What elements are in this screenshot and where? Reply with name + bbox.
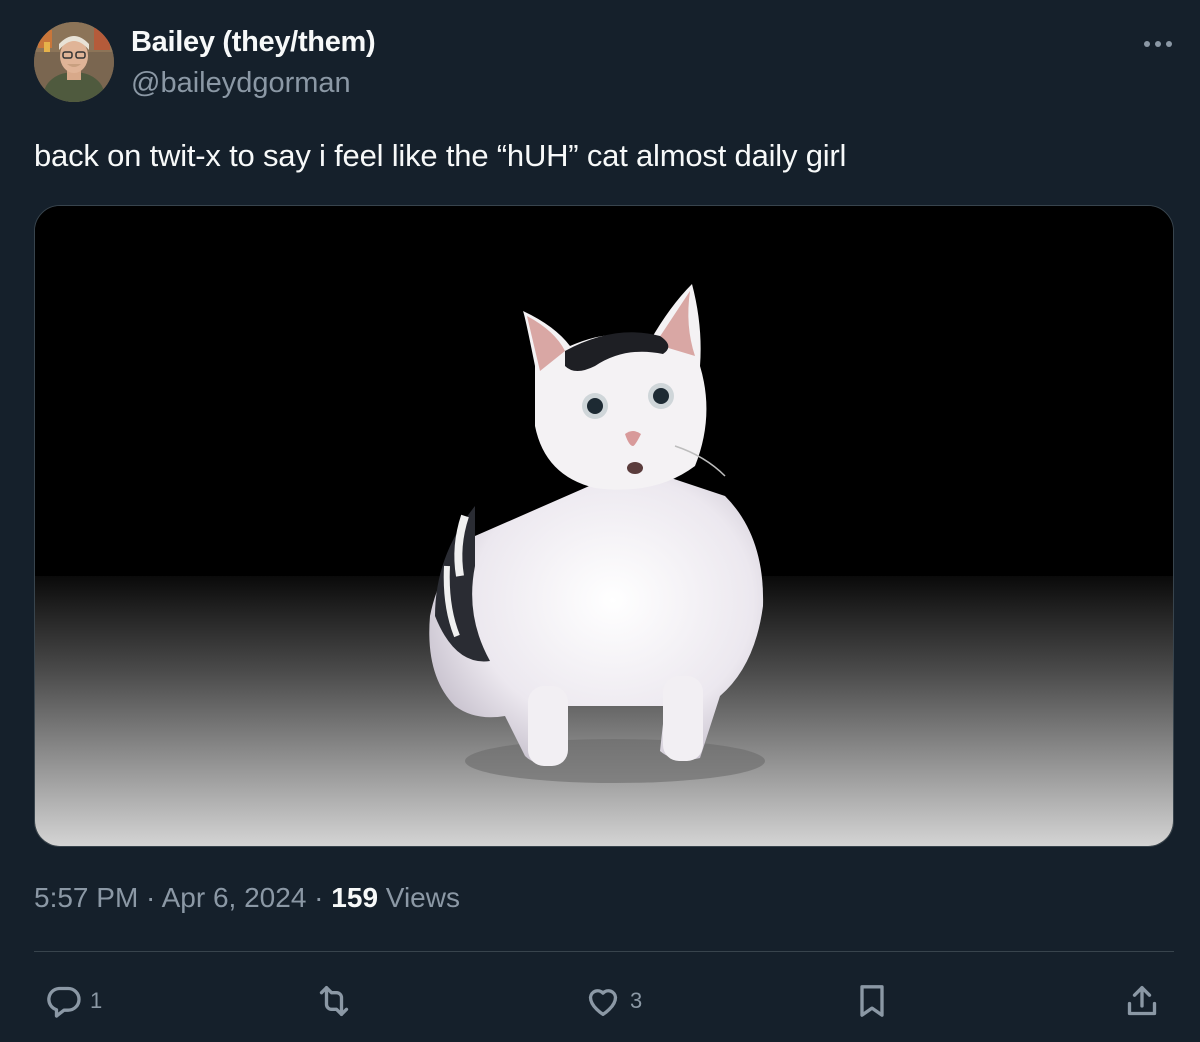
reply-button[interactable]: 1 — [44, 978, 102, 1024]
like-count: 3 — [630, 988, 643, 1013]
bookmark-icon — [860, 985, 884, 1017]
tweet-text: back on twit-x to say i feel like the “h… — [34, 138, 847, 173]
avatar-photo-icon — [34, 22, 114, 102]
cat-photo-icon — [35, 206, 1173, 846]
share-icon — [1127, 986, 1157, 1016]
tweet-time[interactable]: 5:57 PM — [34, 882, 138, 913]
divider — [34, 951, 1174, 952]
author-display-name[interactable]: Bailey (they/them) — [131, 26, 376, 59]
share-button[interactable] — [1122, 978, 1162, 1024]
more-icon — [1144, 41, 1172, 47]
repost-button[interactable] — [312, 978, 362, 1024]
reply-count: 1 — [90, 988, 103, 1013]
repost-icon — [319, 986, 349, 1016]
heart-icon — [588, 989, 618, 1016]
bookmark-button[interactable] — [852, 978, 892, 1024]
author-handle[interactable]: @baileydgorman — [131, 67, 351, 100]
meta-separator: · — [138, 882, 162, 913]
tweet-media[interactable] — [34, 205, 1174, 847]
meta-separator: · — [306, 882, 332, 913]
reply-icon — [47, 986, 81, 1018]
more-options-button[interactable] — [1138, 30, 1178, 58]
avatar[interactable] — [34, 22, 114, 102]
views-label: Views — [378, 882, 460, 913]
views-count: 159 — [331, 882, 379, 913]
tweet-date[interactable]: Apr 6, 2024 — [162, 882, 307, 913]
like-button[interactable]: 3 — [582, 978, 642, 1024]
tweet-meta: 5:57 PM · Apr 6, 2024 · 159 Views — [34, 882, 460, 914]
